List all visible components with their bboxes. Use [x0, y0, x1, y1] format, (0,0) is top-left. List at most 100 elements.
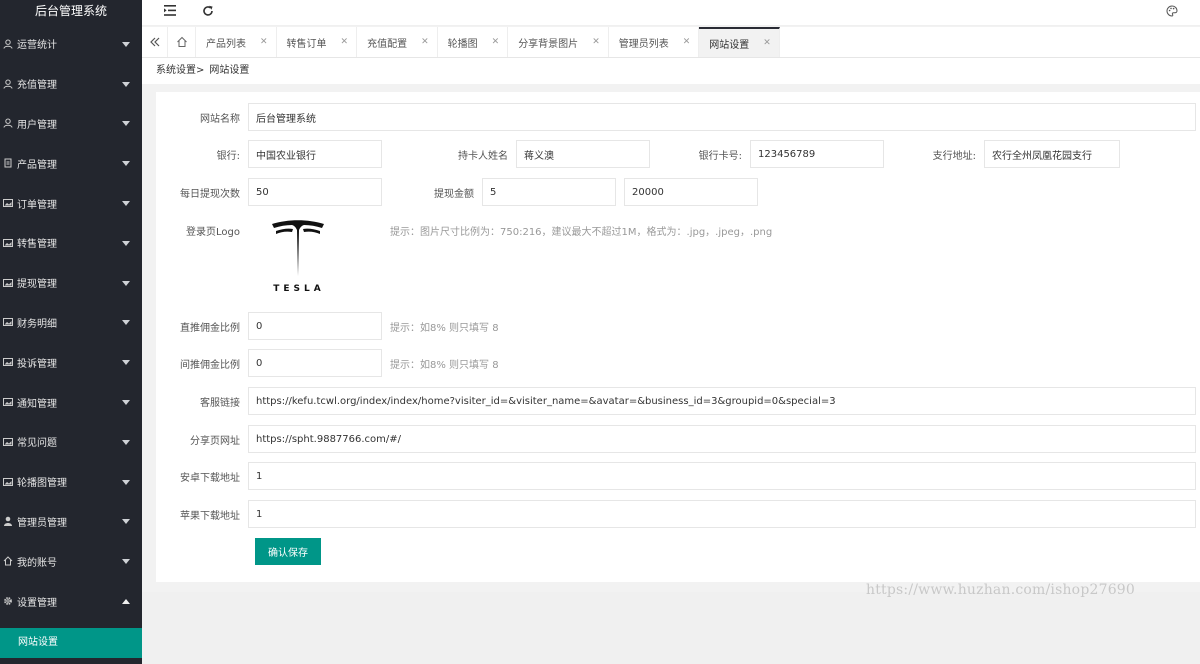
form-row-logo: 登录页Logo 提示：图片尺寸比例为：750:216，建议最大不超过1M，格式为…	[156, 216, 772, 244]
site-name-input[interactable]: 后台管理系统	[248, 103, 1196, 131]
tab-label: 充值配置	[367, 38, 408, 50]
indirect-commission-input[interactable]: 0	[248, 349, 382, 377]
form-row-indirect: 间推佣金比例 0 提示：如8% 则只填写 8	[156, 349, 499, 377]
direct-commission-label: 直推佣金比例	[180, 322, 240, 334]
withdraw-max-input[interactable]: 20000	[624, 178, 758, 206]
close-icon[interactable]: ✕	[492, 37, 500, 47]
sidebar-item[interactable]: 轮播图管理	[0, 462, 142, 502]
sidebar-item-label: 财务明细	[17, 318, 57, 330]
close-icon[interactable]: ✕	[260, 37, 268, 47]
chevron-down-icon	[122, 519, 130, 525]
ios-url-input[interactable]: 1	[248, 500, 1196, 528]
daily-withdraw-label: 每日提现次数	[180, 188, 240, 200]
close-icon[interactable]: ✕	[341, 37, 349, 47]
tab-scroll-left-icon[interactable]	[142, 27, 168, 57]
kefu-link-input[interactable]: https://kefu.tcwl.org/index/index/home?v…	[248, 387, 1196, 415]
image-icon	[2, 476, 14, 488]
daily-withdraw-input[interactable]: 50	[248, 178, 382, 206]
sidebar-item[interactable]: 管理员管理	[0, 502, 142, 542]
close-icon[interactable]: ✕	[683, 37, 691, 47]
home-icon	[2, 555, 14, 567]
tab[interactable]: 管理员列表 ✕	[609, 27, 700, 57]
refresh-icon[interactable]	[200, 5, 216, 21]
image-icon	[2, 197, 14, 209]
breadcrumb: 系统设置> 网站设置	[142, 58, 1200, 84]
sidebar-item[interactable]: 产品管理	[0, 143, 142, 183]
sidebar-item-label: 提现管理	[17, 279, 57, 291]
android-url-input[interactable]: 1	[248, 462, 1196, 490]
branch-label: 支行地址:	[932, 150, 976, 162]
theme-palette-icon[interactable]	[1164, 5, 1180, 21]
sidebar-item[interactable]: 常见问题	[0, 422, 142, 462]
sidebar-item[interactable]: 投诉管理	[0, 342, 142, 382]
sidebar-item-label: 投诉管理	[17, 358, 57, 370]
sidebar-item[interactable]: 我的账号	[0, 541, 142, 581]
sidebar-item-label: 转售管理	[17, 239, 57, 251]
sidebar-item[interactable]: 用户管理	[0, 104, 142, 144]
sidebar-item-label: 产品管理	[17, 159, 57, 171]
direct-commission-input[interactable]: 0	[248, 312, 382, 340]
sidebar-item[interactable]: 转售管理	[0, 223, 142, 263]
tab[interactable]: 充值配置 ✕	[357, 27, 438, 57]
bank-input[interactable]: 中国农业银行	[248, 140, 382, 168]
tab[interactable]: 网站设置 ✕	[699, 27, 780, 57]
close-icon[interactable]: ✕	[421, 37, 429, 47]
chevron-down-icon	[122, 121, 130, 127]
tab[interactable]: 转售订单 ✕	[277, 27, 358, 57]
card-label: 银行卡号:	[698, 150, 742, 162]
sidebar-menu: 运营统计充值管理用户管理产品管理订单管理转售管理提现管理财务明细投诉管理通知管理…	[0, 24, 142, 621]
user-icon	[2, 78, 14, 90]
sidebar-item[interactable]: 通知管理	[0, 382, 142, 422]
sidebar-subitem-website-settings[interactable]: 网站设置	[0, 628, 142, 658]
menu-toggle-icon[interactable]	[162, 5, 178, 21]
tab-label: 网站设置	[709, 39, 750, 51]
holder-label: 持卡人姓名	[458, 150, 508, 162]
sidebar-item-label: 运营统计	[17, 40, 57, 52]
sidebar-item[interactable]: 提现管理	[0, 263, 142, 303]
close-icon[interactable]: ✕	[592, 37, 600, 47]
person-icon	[2, 515, 14, 527]
sidebar-item-label: 充值管理	[17, 80, 57, 92]
user-icon	[2, 38, 14, 50]
share-url-input[interactable]: https://spht.9887766.com/#/	[248, 425, 1196, 453]
image-icon	[2, 436, 14, 448]
holder-input[interactable]: 蒋义澳	[516, 140, 650, 168]
breadcrumb-parent[interactable]: 系统设置>	[156, 65, 204, 76]
tab[interactable]: 产品列表 ✕	[196, 27, 277, 57]
sidebar-item[interactable]: 设置管理	[0, 581, 142, 621]
withdraw-min-input[interactable]: 5	[482, 178, 616, 206]
tab-list: 产品列表 ✕ 转售订单 ✕ 充值配置 ✕ 轮播图 ✕ 分享背景图片 ✕ 管理员列表 ✕ 网站设置 ✕	[196, 27, 780, 57]
form-row-android: 安卓下载地址 1	[156, 462, 1196, 490]
chevron-down-icon	[122, 240, 130, 246]
branch-input[interactable]: 农行全州凤凰花园支行	[984, 140, 1120, 168]
tab-label: 分享背景图片	[518, 38, 579, 50]
chevron-down-icon	[122, 41, 130, 47]
ios-url-label: 苹果下载地址	[180, 510, 240, 522]
close-icon[interactable]: ✕	[763, 38, 771, 48]
tab[interactable]: 分享背景图片 ✕	[508, 27, 609, 57]
sidebar-item[interactable]: 订单管理	[0, 183, 142, 223]
card-input[interactable]: 123456789	[750, 140, 884, 168]
chevron-down-icon	[122, 479, 130, 485]
chevron-down-icon	[122, 161, 130, 167]
tab-label: 产品列表	[206, 38, 246, 50]
sidebar-item[interactable]: 财务明细	[0, 303, 142, 343]
save-button[interactable]: 确认保存	[255, 538, 321, 565]
tab-bar: 产品列表 ✕ 转售订单 ✕ 充值配置 ✕ 轮播图 ✕ 分享背景图片 ✕ 管理员列表 ✕ 网站设置 ✕	[142, 27, 1200, 58]
home-tab-icon[interactable]	[168, 27, 196, 57]
tab[interactable]: 轮播图 ✕	[438, 27, 509, 57]
image-icon	[2, 356, 14, 368]
sidebar-item[interactable]: 运营统计	[0, 24, 142, 64]
sidebar-item[interactable]: 充值管理	[0, 64, 142, 104]
chevron-down-icon	[122, 559, 130, 565]
login-logo-image[interactable]: TESLA	[266, 220, 330, 298]
file-icon	[2, 157, 14, 169]
site-name-label: 网站名称	[200, 113, 240, 125]
logo-hint: 提示：图片尺寸比例为：750:216，建议最大不超过1M，格式为：.jpg，.j…	[390, 226, 773, 238]
android-url-label: 安卓下载地址	[180, 472, 240, 484]
image-icon	[2, 316, 14, 328]
form-row-bank: 银行: 中国农业银行 持卡人姓名 蒋义澳 银行卡号: 123456789 支行地…	[156, 140, 1120, 168]
logo-label: 登录页Logo	[186, 226, 240, 238]
form-row-kefu: 客服链接 https://kefu.tcwl.org/index/index/h…	[156, 387, 1196, 415]
sidebar-item-label: 通知管理	[17, 398, 57, 410]
